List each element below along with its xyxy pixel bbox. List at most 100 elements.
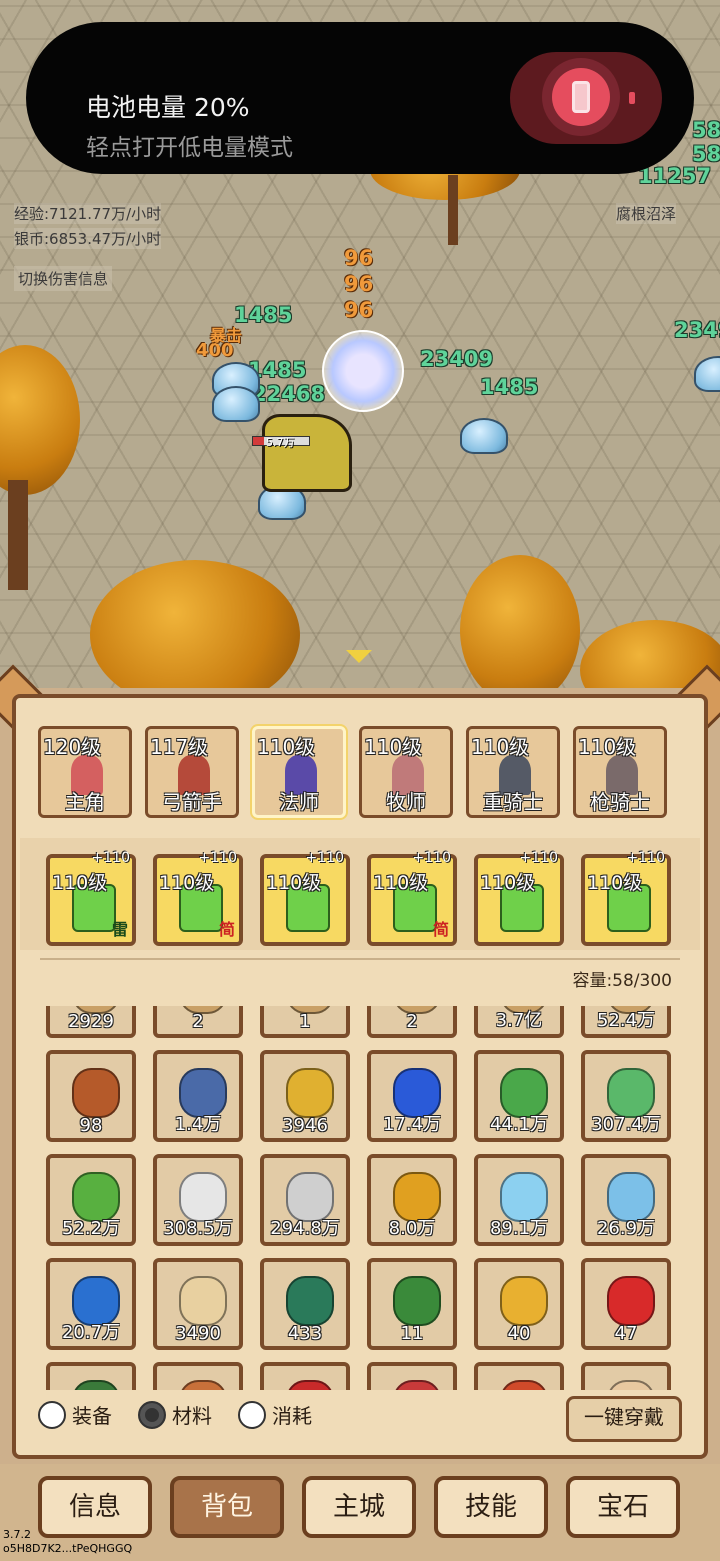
inventory-slot[interactable]: 52.4万	[581, 1006, 671, 1038]
enhance-level: +110	[626, 850, 665, 866]
hero-card[interactable]: 120级 主角	[38, 726, 132, 818]
radio-consume[interactable]	[238, 1400, 266, 1429]
item-count: 3490	[175, 1323, 221, 1344]
right-number: 587	[692, 142, 720, 166]
hero-card[interactable]: 117级 弓箭手	[145, 726, 239, 818]
eye-orb-icon	[286, 1276, 334, 1326]
inventory-slot[interactable]: 40	[474, 1258, 564, 1350]
hero-card[interactable]: 110级 牧师	[359, 726, 453, 818]
radio-material[interactable]	[138, 1400, 166, 1429]
equip-all-button[interactable]: 一键穿戴	[566, 1396, 682, 1442]
notification-title: 电池电量 20%	[86, 93, 250, 122]
device-id-label: o5H8D7K2...tPeQHGGQ	[3, 1542, 133, 1555]
inventory-slot[interactable]: 2	[367, 1006, 457, 1038]
tab-backpack[interactable]: 背包	[170, 1476, 284, 1538]
inventory-slot[interactable]: 2929	[46, 1006, 136, 1038]
equipment-slot[interactable]: +110 110级简	[367, 850, 457, 946]
battery-icon	[572, 81, 590, 113]
item-count: 3.7亿	[495, 1010, 543, 1031]
player-character[interactable]	[322, 330, 404, 412]
item-count: 1	[299, 1011, 311, 1032]
right-number: 11257	[638, 164, 712, 188]
item-count: 307.4万	[591, 1114, 661, 1135]
silver-rate: 银币:6853.47万/小时	[14, 228, 162, 249]
hero-card[interactable]: 110级枪骑士	[573, 726, 667, 818]
item-count: 52.4万	[596, 1010, 656, 1031]
radio-equip[interactable]	[38, 1400, 66, 1429]
collapse-arrow-icon[interactable]	[346, 650, 372, 663]
inventory-slot[interactable]: 1.4万	[153, 1050, 243, 1142]
equipment-slot[interactable]: +110 110级	[260, 850, 350, 946]
tab-main-city[interactable]: 主城	[302, 1476, 416, 1538]
inventory-slot[interactable]	[367, 1362, 457, 1390]
inventory-grid[interactable]: 2929 2 1 2 3.7亿 52.4万 98 1.4万 3946 17.4万 44.1万 307.…	[20, 1006, 696, 1390]
inventory-slot[interactable]	[46, 1362, 136, 1390]
low-power-mode-toggle[interactable]	[510, 52, 662, 144]
slime-monster[interactable]	[460, 418, 508, 454]
equipment-slot[interactable]: +110 110级雷	[46, 850, 136, 946]
inventory-slot[interactable]	[153, 1362, 243, 1390]
hero-name: 枪骑士	[590, 790, 650, 814]
equipment-slot[interactable]: +110 110级	[581, 850, 671, 946]
exp-rate: 经验:7121.77万/小时	[14, 203, 162, 224]
enhance-level: +110	[412, 850, 451, 866]
stocking-icon	[607, 1276, 655, 1326]
boss-monster[interactable]	[262, 414, 352, 492]
inventory-slot[interactable]	[581, 1362, 671, 1390]
inventory-slot[interactable]	[474, 1362, 564, 1390]
inventory-slot[interactable]: 307.4万	[581, 1050, 671, 1142]
filter-material[interactable]: 材料	[138, 1400, 212, 1429]
tab-info[interactable]: 信息	[38, 1476, 152, 1538]
right-number: 2349	[674, 318, 720, 342]
inventory-slot[interactable]: 98	[46, 1050, 136, 1142]
toggle-damage-info-button[interactable]: 切换伤害信息	[14, 266, 113, 291]
inventory-slot[interactable]: 3946	[260, 1050, 350, 1142]
filter-equip[interactable]: 装备	[38, 1400, 112, 1429]
inventory-slot[interactable]: 26.9万	[581, 1154, 671, 1246]
inventory-slot[interactable]: 17.4万	[367, 1050, 457, 1142]
slime-monster[interactable]	[694, 356, 720, 392]
battery-notification[interactable]: 电池电量 20% 轻点打开低电量模式	[26, 22, 694, 174]
item-count: 294.8万	[270, 1218, 340, 1239]
inventory-slot[interactable]: 3490	[153, 1258, 243, 1350]
tab-skills[interactable]: 技能	[434, 1476, 548, 1538]
inventory-slot[interactable]: 308.5万	[153, 1154, 243, 1246]
hero-level: 117级	[150, 735, 209, 759]
item-count: 1.4万	[174, 1114, 222, 1135]
enhance-level: +110	[198, 850, 237, 866]
damage-number: 1485	[480, 375, 539, 399]
hero-card[interactable]: 110级 重骑士	[466, 726, 560, 818]
equipment-level: 110级	[480, 872, 536, 894]
inventory-slot[interactable]: 2	[153, 1006, 243, 1038]
equipment-tag: 雷	[111, 920, 128, 939]
inventory-slot[interactable]: 433	[260, 1258, 350, 1350]
hero-level: 110级	[578, 735, 637, 759]
red-item-icon	[393, 1380, 441, 1390]
inventory-slot[interactable]: 11	[367, 1258, 457, 1350]
inventory-slot[interactable]: 294.8万	[260, 1154, 350, 1246]
tree	[460, 555, 580, 700]
inventory-slot[interactable]: 3.7亿	[474, 1006, 564, 1038]
damage-number: 96	[344, 272, 374, 296]
item-count: 20.7万	[61, 1322, 121, 1343]
slime-monster[interactable]	[212, 386, 260, 422]
boss-hp-value: 5.7万	[266, 436, 295, 449]
hero-card[interactable]: 110级 法师	[252, 726, 346, 818]
red-flag-icon	[500, 1380, 548, 1390]
inventory-slot[interactable]: 20.7万	[46, 1258, 136, 1350]
filter-consume[interactable]: 消耗	[238, 1400, 312, 1429]
inventory-slot[interactable]: 47	[581, 1258, 671, 1350]
inventory-slot[interactable]: 52.2万	[46, 1154, 136, 1246]
notification-subtitle: 轻点打开低电量模式	[86, 135, 293, 161]
inventory-slot[interactable]	[260, 1362, 350, 1390]
equipment-slot[interactable]: +110 110级简	[153, 850, 243, 946]
inventory-slot[interactable]: 44.1万	[474, 1050, 564, 1142]
inventory-slot[interactable]: 8.0万	[367, 1154, 457, 1246]
key-icon	[286, 1068, 334, 1118]
tab-gems[interactable]: 宝石	[566, 1476, 680, 1538]
item-count: 2	[192, 1011, 204, 1032]
inventory-slot[interactable]: 1	[260, 1006, 350, 1038]
inventory-slot[interactable]: 89.1万	[474, 1154, 564, 1246]
equipment-slot[interactable]: +110 110级	[474, 850, 564, 946]
filter-equip-label: 装备	[72, 1404, 112, 1428]
